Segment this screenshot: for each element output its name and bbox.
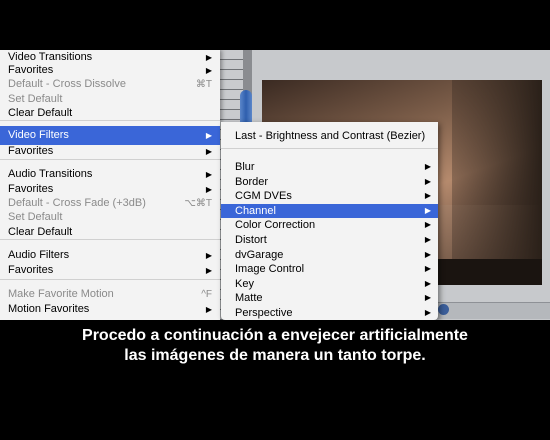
menu-item-label: Motion Favorites [8, 303, 90, 315]
menu-item[interactable]: Favorites ▶ [0, 142, 220, 161]
submenu-item[interactable]: Color Correction ▶ [221, 218, 438, 233]
subtitle: Procedo a continuación a envejecer artif… [0, 326, 550, 366]
last-filter-item[interactable]: Last - Brightness and Contrast (Bezier) [221, 126, 438, 146]
menu-item[interactable]: Clear Default [0, 104, 220, 123]
submenu-arrow-icon: ▶ [205, 305, 212, 314]
menu-item-label: Default - Cross Dissolve [8, 78, 126, 90]
submenu-arrow-icon: ▶ [205, 147, 212, 156]
menu-item-label: Audio Transitions [8, 168, 93, 180]
submenu-arrow-icon: ▶ [205, 266, 212, 275]
menu-separator [221, 148, 438, 149]
play-icon[interactable] [438, 304, 449, 315]
menu-item[interactable]: Favorites ▶ [0, 261, 220, 280]
submenu-item-label: Matte [235, 292, 263, 305]
submenu-arrow-icon: ▶ [424, 278, 431, 288]
submenu-item-label: Key [235, 277, 254, 290]
submenu-item-label: Blur [235, 161, 255, 173]
menu-item[interactable]: Motion Favorites ▶ [0, 300, 220, 319]
submenu-arrow-icon: ▶ [424, 220, 431, 230]
menu-item-label: Clear Default [8, 226, 73, 238]
menu-item-label: Favorites [8, 264, 54, 276]
submenu-arrow-icon: ▶ [424, 264, 431, 274]
submenu-arrow-icon: ▶ [424, 293, 431, 303]
submenu-arrow-icon: ▶ [424, 249, 431, 259]
submenu-arrow-icon: ▶ [424, 162, 431, 171]
video-tree [452, 80, 542, 285]
submenu-item[interactable]: CGM DVEs ▶ [221, 189, 438, 204]
submenu-item-label: Border [235, 175, 269, 188]
submenu-item[interactable]: Matte ▶ [221, 291, 438, 306]
subtitle-line-2: las imágenes de manera un tanto torpe. [124, 347, 426, 364]
app-screen: Video Transitions ▶ Favorites ▶ Default - Cr… [0, 50, 550, 320]
submenu-item-label: Perspective [235, 307, 293, 319]
submenu-item-label: Distort [235, 234, 267, 246]
submenu-arrow-icon: ▶ [424, 235, 431, 244]
submenu-item[interactable]: Channel ▶ [221, 203, 438, 219]
menu-item-label: Clear Default [8, 107, 73, 119]
menu-item[interactable]: Clear Default [0, 223, 220, 242]
submenu-item[interactable]: Distort ▶ [221, 233, 438, 248]
submenu-item-label: CGM DVEs [235, 190, 292, 203]
video-filters-submenu: Last - Brightness and Contrast (Bezier) … [221, 122, 438, 320]
submenu-item[interactable]: Image Control ▶ [221, 262, 438, 277]
submenu-item[interactable]: Key ▶ [221, 277, 438, 292]
effects-menu: Video Transitions ▶ Favorites ▶ Default - Cr… [0, 50, 220, 320]
submenu-item[interactable]: Border ▶ [221, 175, 438, 190]
submenu-item-label: Channel [235, 204, 276, 217]
menu-item-label: Audio Filters [8, 249, 70, 261]
submenu-arrow-icon: ▶ [424, 205, 431, 215]
menu-item-label: Favorites [8, 145, 54, 157]
menu-item-label: Make Favorite Motion [8, 288, 114, 300]
submenu-item[interactable]: Perspective ▶ [221, 306, 438, 320]
submenu-item[interactable]: Blur ▶ [221, 160, 438, 175]
submenu-item-label: dvGarage [235, 248, 284, 261]
subtitle-line-1: Procedo a continuación a envejecer artif… [82, 327, 468, 344]
menu-item-label: Set Default [8, 211, 63, 223]
submenu-item[interactable]: dvGarage ▶ [221, 248, 438, 263]
submenu-arrow-icon: ▶ [424, 176, 431, 186]
submenu-item-label: Color Correction [235, 219, 316, 232]
submenu-arrow-icon: ▶ [424, 308, 431, 317]
submenu-arrow-icon: ▶ [424, 191, 431, 201]
submenu-item-label: Image Control [235, 263, 305, 276]
menu-item-label: Video Filters [8, 129, 69, 141]
